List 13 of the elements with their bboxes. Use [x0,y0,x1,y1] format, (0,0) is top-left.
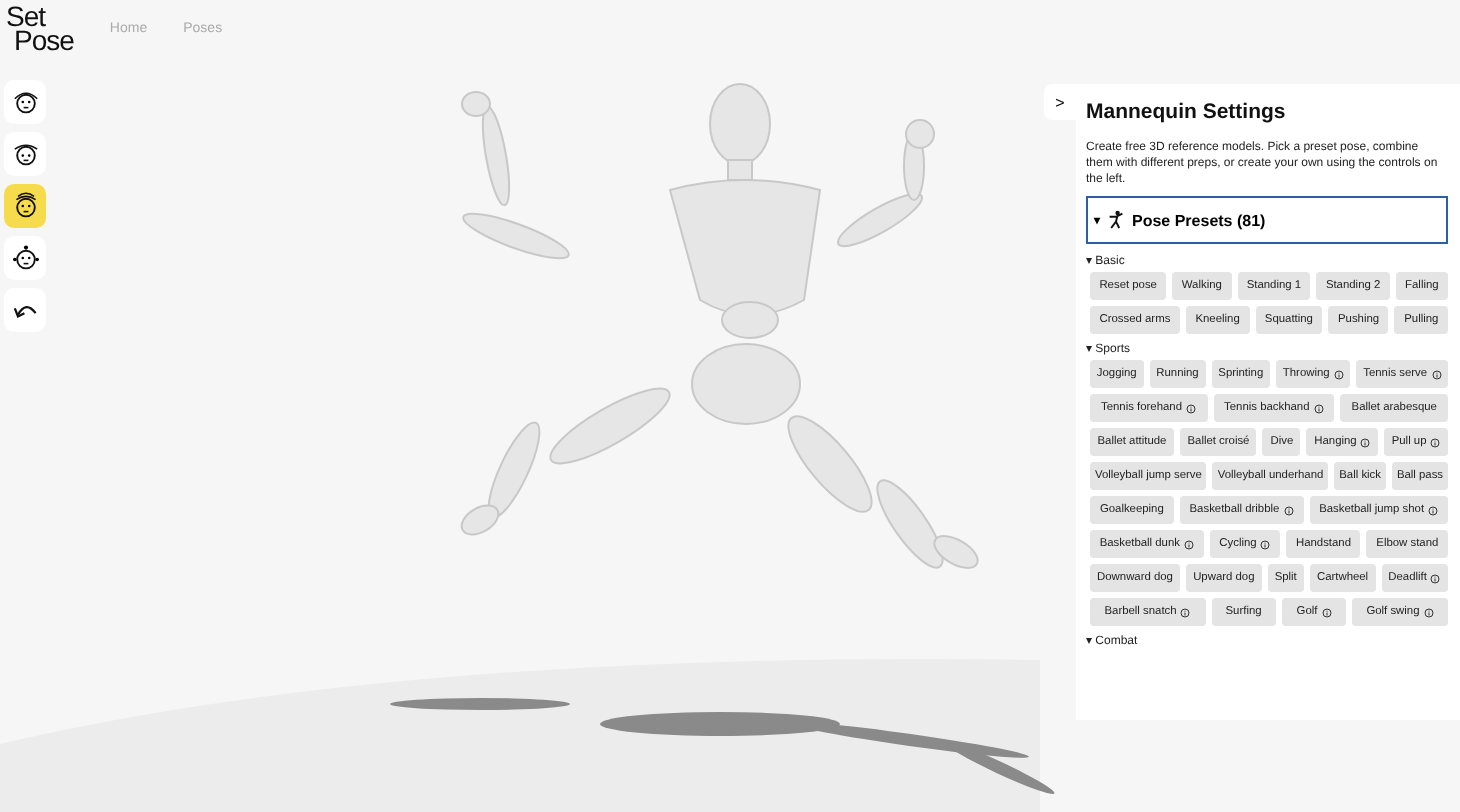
face-icon [9,86,41,118]
tool-button[interactable] [4,288,46,332]
tool-button[interactable] [4,184,46,228]
tool-button[interactable] [4,132,46,176]
figure-icon [1108,210,1124,230]
section-title: Pose Presets (81) [1132,211,1266,229]
panel-title: Mannequin Settings [1086,100,1288,124]
head-joints-icon [9,242,41,274]
tool-button[interactable] [4,80,46,124]
logo[interactable]: Set Pose [6,4,74,52]
collapse-button[interactable]: > [1044,84,1076,120]
face-icon [9,138,41,170]
tool-button[interactable] [4,236,46,280]
